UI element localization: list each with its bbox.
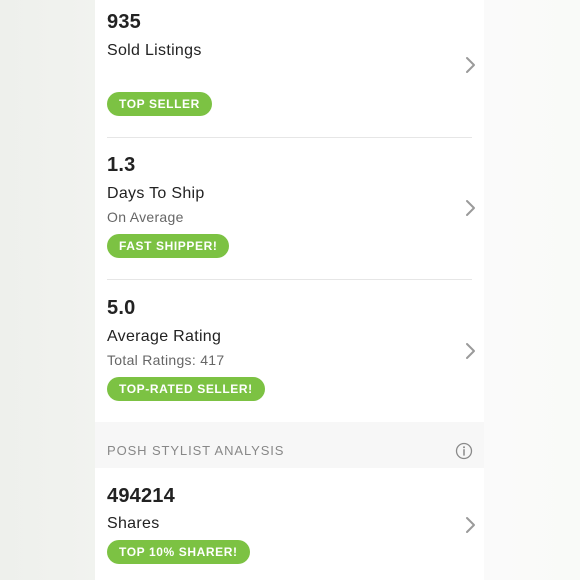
fast-shipper-badge: FAST SHIPPER! bbox=[107, 234, 230, 258]
stat-value: 494214 bbox=[107, 485, 175, 507]
stat-value: 5.0 bbox=[107, 297, 136, 319]
stat-label: Shares bbox=[107, 515, 160, 532]
chevron-right-icon[interactable] bbox=[463, 56, 477, 74]
stat-row-average-rating[interactable]: 5.0 Average Rating Total Ratings: 417 TO… bbox=[95, 280, 484, 422]
background-right bbox=[484, 0, 580, 580]
chevron-right-icon[interactable] bbox=[463, 342, 477, 360]
top-sharer-badge: TOP 10% SHARER! bbox=[107, 540, 250, 564]
stat-label: Days To Ship bbox=[107, 185, 205, 202]
chevron-right-icon[interactable] bbox=[463, 516, 477, 534]
section-title: POSH STYLIST ANALYSIS bbox=[107, 443, 285, 458]
info-icon[interactable] bbox=[455, 442, 473, 460]
stat-value: 935 bbox=[107, 11, 141, 33]
stat-subtext: Total Ratings: 417 bbox=[107, 352, 225, 368]
top-seller-badge: TOP SELLER bbox=[107, 92, 212, 116]
posh-stylist-analysis-header: POSH STYLIST ANALYSIS bbox=[95, 422, 484, 468]
stat-row-days-to-ship[interactable]: 1.3 Days To Ship On Average FAST SHIPPER… bbox=[95, 138, 484, 279]
stat-label: Sold Listings bbox=[107, 42, 202, 59]
stat-subtext: On Average bbox=[107, 209, 184, 225]
stat-value: 1.3 bbox=[107, 154, 136, 176]
stat-label: Average Rating bbox=[107, 328, 222, 345]
top-rated-seller-badge: TOP-RATED SELLER! bbox=[107, 377, 265, 401]
stat-row-sold-listings[interactable]: 935 Sold Listings TOP SELLER bbox=[95, 0, 484, 137]
stat-row-shares[interactable]: 494214 Shares TOP 10% SHARER! bbox=[95, 468, 484, 580]
chevron-right-icon[interactable] bbox=[463, 199, 477, 217]
seller-stats-panel: 935 Sold Listings TOP SELLER 1.3 Days To… bbox=[95, 0, 484, 580]
